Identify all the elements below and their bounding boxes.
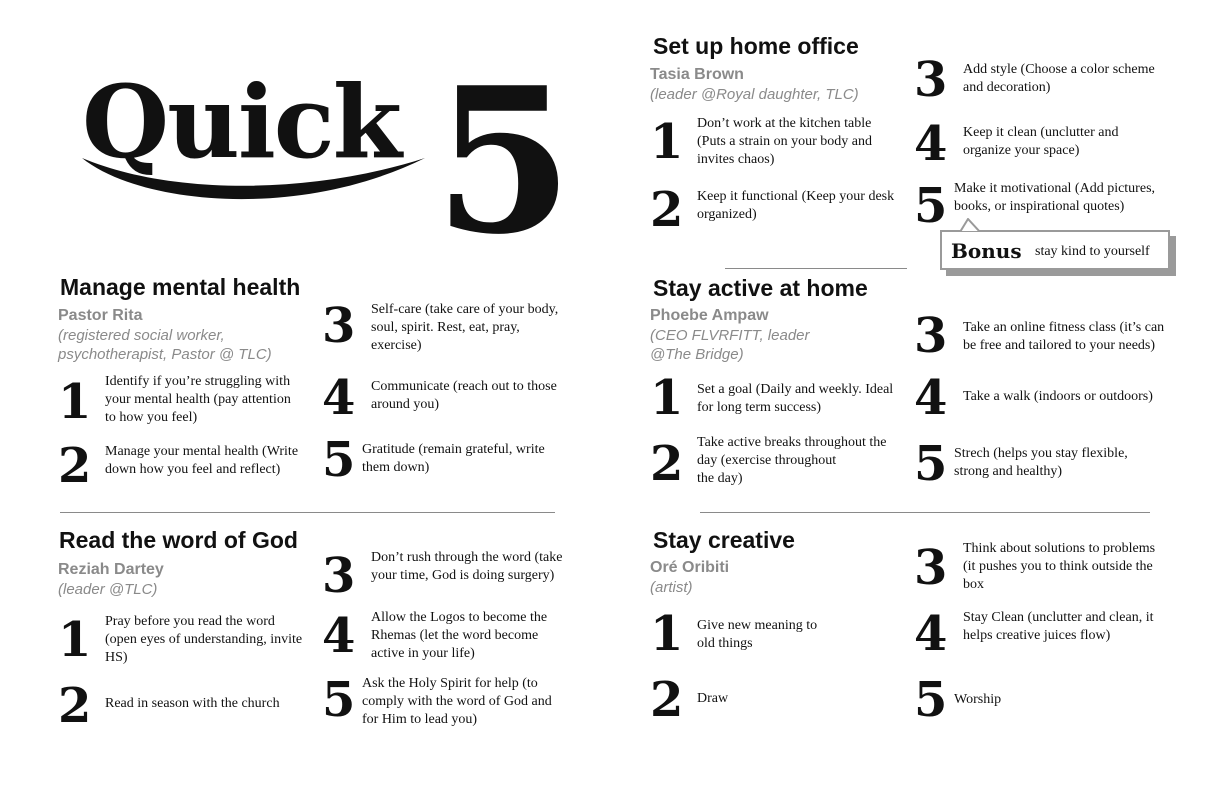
section-title-mental-health: Manage mental health [60, 274, 301, 300]
list-item: Keep it functional (Keep your desk organ… [697, 189, 895, 222]
list-item: Take an online fitness class (it’s can b… [963, 320, 1165, 353]
item-number: 5 [914, 436, 948, 492]
author-name-stay-active: Phoebe Ampaw [650, 307, 769, 324]
item-number: 5 [322, 432, 356, 488]
callout-pointer [958, 218, 982, 232]
divider [725, 268, 907, 269]
list-item: Take active breaks throughout the day (e… [697, 435, 887, 486]
list-item: Add style (Choose a color scheme and dec… [963, 62, 1155, 95]
logo-five-numeral: 5 [434, 44, 574, 279]
section-title-home-office: Set up home office [653, 33, 859, 59]
item-number: 4 [322, 370, 356, 426]
item-number: 3 [322, 298, 356, 354]
divider [700, 512, 1150, 513]
section-title-stay-active: Stay active at home [653, 275, 868, 301]
list-item: Take a walk (indoors or outdoors) [963, 389, 1153, 404]
list-item: Read in season with the church [105, 696, 280, 711]
item-number: 2 [650, 436, 684, 492]
list-item: Pray before you read the word (open eyes… [105, 614, 303, 665]
item-number: 2 [650, 672, 684, 728]
item-number: 3 [914, 52, 948, 108]
bonus-label: Bonus [951, 239, 1022, 263]
author-role-stay-creative: (artist) [650, 579, 693, 596]
list-item: Don’t rush through the word (take your t… [371, 550, 563, 583]
section-title-stay-creative: Stay creative [653, 527, 795, 553]
list-item: Gratitude (remain grateful, write them d… [362, 442, 545, 475]
list-item: Make it motivational (Add pictures, book… [954, 181, 1156, 214]
list-item: Don’t work at the kitchen table (Puts a … [697, 116, 872, 167]
item-number: 5 [914, 672, 948, 728]
list-item: Strech (helps you stay flexible, strong … [954, 446, 1128, 479]
item-number: 2 [58, 438, 92, 494]
list-item: Allow the Logos to become the Rhemas (le… [371, 610, 548, 661]
author-name-stay-creative: Oré Oribiti [650, 559, 730, 576]
list-item: Give new meaning to old things [697, 618, 818, 651]
item-number: 1 [58, 612, 92, 668]
list-item: Ask the Holy Spirit for help (to comply … [362, 676, 552, 727]
item-number: 1 [650, 606, 684, 662]
divider [60, 512, 555, 513]
author-role-stay-active: (CEO FLVRFITT, leader @The Bridge) [650, 327, 810, 363]
list-item: Manage your mental health (Write down ho… [105, 444, 299, 477]
list-item: Worship [954, 692, 1002, 707]
author-name-mental-health: Pastor Rita [58, 307, 143, 324]
item-number: 2 [650, 182, 684, 238]
item-number: 3 [914, 308, 948, 364]
list-item: Self-care (take care of your body, soul,… [371, 302, 559, 353]
list-item: Think about solutions to problems (it pu… [963, 541, 1156, 592]
item-number: 3 [914, 540, 948, 596]
item-number: 2 [58, 678, 92, 734]
item-number: 4 [914, 370, 948, 426]
list-item: Stay Clean (unclutter and clean, it help… [963, 610, 1154, 643]
author-role-read-word: (leader @TLC) [58, 581, 158, 598]
item-number: 4 [914, 606, 948, 662]
item-number: 1 [58, 374, 92, 430]
author-name-home-office: Tasia Brown [650, 66, 744, 83]
item-number: 1 [650, 114, 684, 170]
list-item: Identify if you’re struggling with your … [105, 374, 291, 425]
item-number: 5 [322, 672, 356, 728]
item-number: 5 [914, 178, 948, 234]
list-item: Draw [697, 691, 729, 706]
item-number: 1 [650, 370, 684, 426]
item-number: 3 [322, 548, 356, 604]
list-item: Keep it clean (unclutter and organize yo… [963, 125, 1119, 158]
section-title-read-word: Read the word of God [59, 527, 298, 553]
item-number: 4 [322, 608, 356, 664]
bonus-text: stay kind to yourself [1035, 244, 1150, 259]
author-name-read-word: Reziah Dartey [58, 561, 164, 578]
list-item: Set a goal (Daily and weekly. Ideal for … [697, 382, 894, 415]
item-number: 4 [914, 116, 948, 172]
list-item: Communicate (reach out to those around y… [371, 379, 557, 412]
logo-swoosh [82, 158, 425, 200]
author-role-mental-health: (registered social worker, psychotherapi… [58, 327, 272, 363]
author-role-home-office: (leader @Royal daughter, TLC) [650, 86, 859, 103]
